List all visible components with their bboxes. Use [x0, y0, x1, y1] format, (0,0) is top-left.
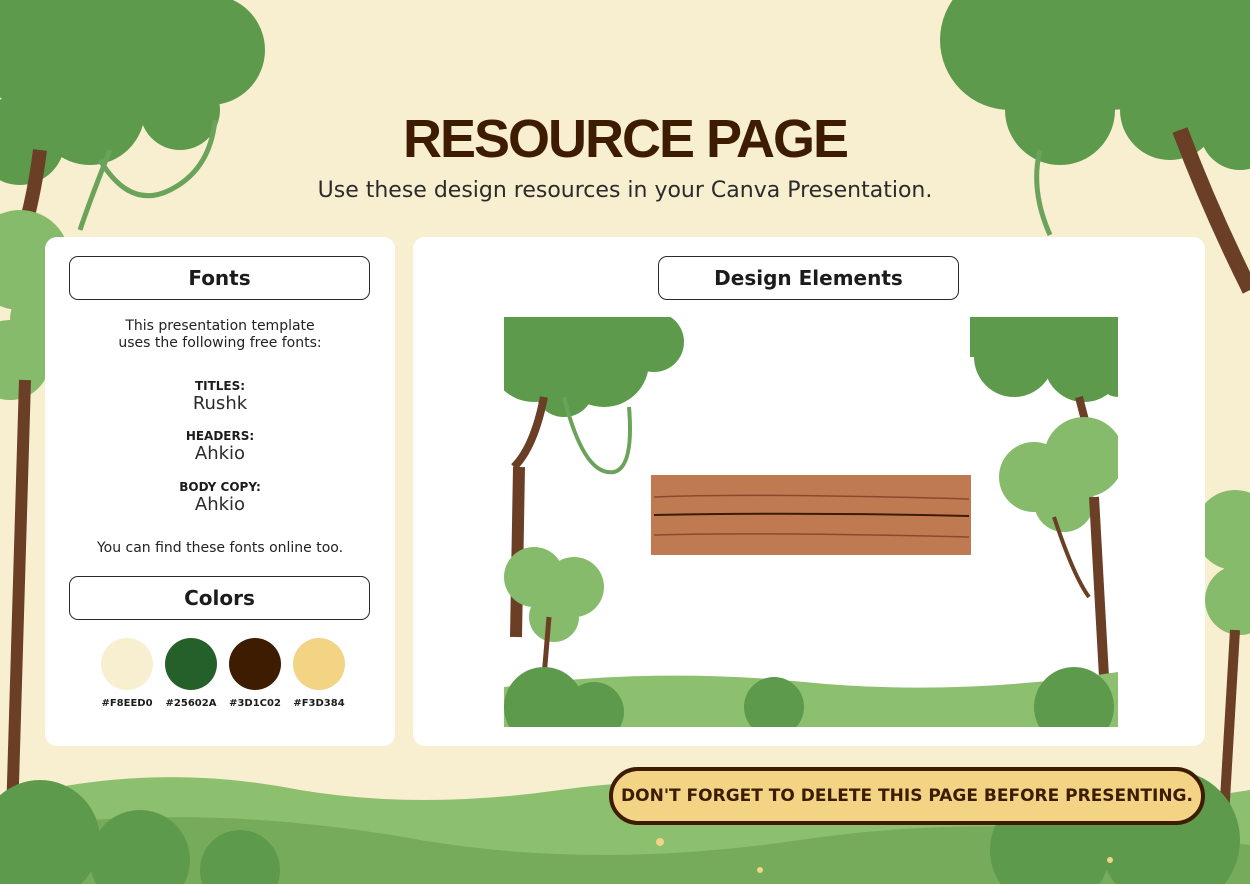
- color-hex-label: #3D1C02: [229, 698, 281, 709]
- design-elements-heading: Design Elements: [658, 256, 959, 300]
- page-title: RESOURCE PAGE: [402, 109, 849, 169]
- fonts-intro-line1: This presentation template: [125, 318, 315, 334]
- fonts-intro: This presentation template uses the foll…: [45, 318, 395, 352]
- font-label: TITLES:: [194, 379, 246, 393]
- color-swatch: [229, 638, 281, 690]
- fonts-note: You can find these fonts online too.: [96, 540, 344, 556]
- fonts-intro-line2: uses the following free fonts:: [118, 335, 322, 351]
- font-name: Ahkio: [194, 494, 246, 515]
- color-swatch: [101, 638, 153, 690]
- colors-heading: Colors: [69, 576, 370, 620]
- font-item-headers: HEADERS: Ahkio: [45, 429, 395, 464]
- font-name: Rushk: [192, 393, 248, 414]
- page-subtitle: Use these design resources in your Canva…: [317, 178, 933, 203]
- font-item-titles: TITLES: Rushk: [45, 379, 395, 414]
- color-hex-label: #F8EED0: [101, 698, 153, 709]
- delete-page-warning: DON'T FORGET TO DELETE THIS PAGE BEFORE …: [609, 767, 1205, 825]
- color-hex-label: #25602A: [165, 698, 217, 709]
- font-item-body: BODY COPY: Ahkio: [45, 480, 395, 515]
- wooden-plank-element: [651, 475, 971, 555]
- color-swatch: [293, 638, 345, 690]
- font-label: HEADERS:: [185, 429, 255, 443]
- design-elements-preview: [504, 317, 1118, 727]
- color-hex-label: #F3D384: [293, 698, 345, 709]
- fonts-heading: Fonts: [69, 256, 370, 300]
- font-label: BODY COPY:: [179, 480, 261, 494]
- color-swatch: [165, 638, 217, 690]
- font-name: Ahkio: [194, 443, 246, 464]
